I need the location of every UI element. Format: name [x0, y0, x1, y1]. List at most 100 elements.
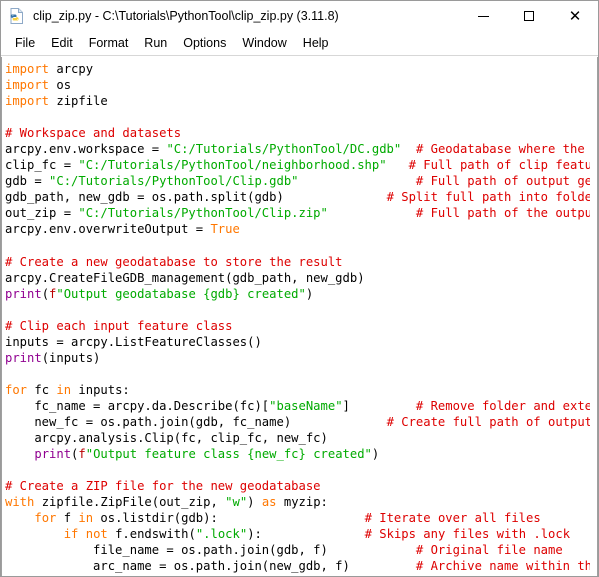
code-token: # Create a ZIP file for the new geodatab…: [5, 479, 321, 494]
menu-item-window[interactable]: Window: [234, 34, 294, 52]
code-token: True: [210, 222, 240, 237]
code-token: "C:/Tutorials/PythonTool/Clip.zip": [78, 206, 328, 221]
code-token: "C:/Tutorials/PythonTool/Clip.gdb": [49, 174, 299, 189]
code-token: # Write original file to ZIP: [416, 576, 590, 577]
code-token: f.endswith(: [107, 527, 196, 542]
code-token: "Output feature class {new_fc} created": [85, 447, 372, 462]
code-token: "baseName": [269, 398, 343, 413]
menu-item-format[interactable]: Format: [81, 34, 137, 52]
menu-item-options[interactable]: Options: [175, 34, 234, 52]
code-line: if not f.endswith(".lock"): # Skips any …: [5, 526, 590, 542]
window-title: clip_zip.py - C:\Tutorials\PythonTool\cl…: [33, 9, 339, 23]
code-line: gdb_path, new_gdb = os.path.split(gdb) #…: [5, 189, 590, 205]
close-button[interactable]: ✕: [552, 1, 598, 31]
minimize-icon: [477, 15, 489, 17]
code-token: f: [78, 447, 86, 462]
code-token: arcpy.env.workspace =: [5, 142, 167, 157]
code-token: gdb_path, new_gdb = os.path.split(gdb): [5, 190, 284, 205]
code-token: myzip:: [276, 495, 328, 510]
menu-item-edit[interactable]: Edit: [43, 34, 81, 52]
code-token: ): [371, 447, 380, 462]
code-token: fc: [27, 382, 57, 397]
menu-item-help[interactable]: Help: [295, 34, 337, 52]
code-token: os.listdir(gdb):: [93, 511, 218, 526]
code-token: zipfile: [49, 94, 108, 109]
code-token: print: [5, 286, 42, 301]
code-token: as: [261, 495, 277, 510]
code-token: clip_fc =: [5, 158, 79, 173]
title-bar[interactable]: clip_zip.py - C:\Tutorials\PythonTool\cl…: [1, 1, 598, 31]
maximize-button[interactable]: [506, 1, 552, 31]
code-token: arcpy.analysis.Clip(fc, clip_fc, new_fc): [5, 431, 328, 446]
code-token: for: [5, 382, 28, 397]
code-line: # Create a new geodatabase to store the …: [5, 254, 590, 270]
code-token: # Geodatabase where the input feature cl…: [415, 142, 585, 157]
code-token: # Clip each input feature class: [5, 318, 233, 333]
code-token: # Full path of the output ZIP file: [415, 206, 590, 221]
code-token: gdb =: [5, 174, 50, 189]
menu-item-run[interactable]: Run: [136, 34, 175, 52]
code-line: with zipfile.ZipFile(out_zip, "w") as my…: [5, 494, 590, 510]
code-line: out_zip = "C:/Tutorials/PythonTool/Clip.…: [5, 205, 590, 221]
code-token: out_zip =: [5, 206, 79, 221]
code-token: (inputs): [41, 350, 101, 365]
code-token: import: [5, 62, 50, 76]
code-token: ):: [247, 527, 262, 542]
code-token: in: [56, 382, 72, 397]
code-line: arcpy.env.workspace = "C:/Tutorials/Pyth…: [5, 141, 590, 157]
menu-item-file[interactable]: File: [7, 34, 43, 52]
code-token: zipfile.ZipFile(out_zip,: [34, 495, 226, 510]
code-token: "w": [225, 495, 248, 510]
code-line: import zipfile: [5, 93, 590, 109]
code-line: import os: [5, 77, 590, 93]
code-line: arcpy.CreateFileGDB_management(gdb_path,…: [5, 270, 590, 286]
code-token: file_name = os.path.join(gdb, f): [5, 543, 328, 558]
minimize-button[interactable]: [460, 1, 506, 31]
code-line: inputs = arcpy.ListFeatureClasses(): [5, 334, 590, 350]
code-token: ]: [342, 398, 350, 413]
code-line: new_fc = os.path.join(gdb, fc_name) # Cr…: [5, 414, 590, 430]
close-icon: ✕: [568, 6, 582, 25]
code-token: # Skips any files with .lock: [364, 527, 571, 542]
code-editor-area[interactable]: import arcpy import os import zipfile # Wo…: [1, 56, 598, 576]
code-token: "Output geodatabase {gdb} created": [56, 286, 306, 301]
code-token: print: [34, 447, 72, 462]
code-token: import: [5, 94, 50, 109]
editor-right-border: [597, 57, 598, 576]
code-token: arc_name = os.path.join(new_gdb, f): [5, 559, 350, 574]
code-token: ): [247, 495, 262, 510]
code-token: with: [5, 495, 35, 510]
code-line: print(inputs): [5, 350, 590, 366]
code-line: arcpy.env.overwriteOutput = True: [5, 221, 590, 237]
code-line: arcpy.analysis.Clip(fc, clip_fc, new_fc): [5, 430, 590, 446]
code-token: for: [34, 511, 57, 526]
code-line: print(f"Output feature class {new_fc} cr…: [5, 446, 590, 462]
code-token: # Full path of output geodatabase: [415, 174, 590, 189]
code-token: arcpy.env.overwriteOutput =: [5, 222, 211, 237]
code-token: # Full path of clip feature class: [408, 158, 590, 173]
code-token: # Archive name within the ZIP: [415, 559, 590, 574]
code-line: gdb = "C:/Tutorials/PythonTool/Clip.gdb"…: [5, 173, 590, 189]
code-token: myzip.write(file_name, arc_name): [5, 576, 328, 577]
source-code-text[interactable]: import arcpy import os import zipfile # Wo…: [5, 61, 590, 576]
code-line: clip_fc = "C:/Tutorials/PythonTool/neigh…: [5, 157, 590, 173]
code-line: # Create a ZIP file for the new geodatab…: [5, 478, 590, 494]
code-token: # Split full path into folder and name: [386, 190, 590, 205]
code-token: inputs = arcpy.ListFeatureClasses(): [5, 334, 262, 349]
code-token: # Iterate over all files: [364, 511, 541, 526]
code-token: not: [85, 527, 108, 542]
code-line: file_name = os.path.join(gdb, f) # Origi…: [5, 542, 590, 558]
code-line: fc_name = arcpy.da.Describe(fc)["baseNam…: [5, 398, 590, 414]
